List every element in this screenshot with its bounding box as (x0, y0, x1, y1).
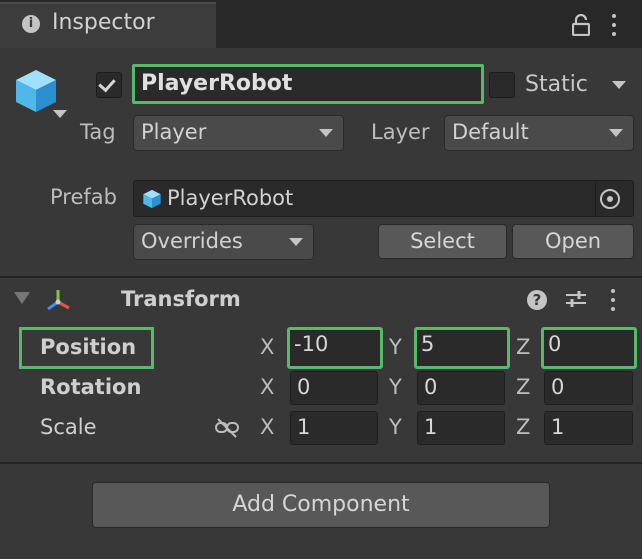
info-icon: i (22, 15, 40, 33)
layer-value: Default (452, 120, 529, 144)
rotation-z-field[interactable]: 0 (544, 371, 633, 405)
static-dropdown-caret[interactable] (612, 81, 626, 89)
icon-dropdown-caret[interactable] (53, 110, 67, 118)
foldout-arrow-icon[interactable] (14, 292, 30, 304)
scale-x-field[interactable]: 1 (290, 411, 378, 445)
axis-y-label[interactable]: Y (389, 415, 402, 439)
scale-y-field[interactable]: 1 (417, 411, 505, 445)
lock-icon[interactable] (572, 14, 590, 36)
position-y-field[interactable]: 5 (414, 327, 510, 369)
tag-dropdown[interactable]: Player (133, 115, 344, 151)
static-label: Static (525, 72, 588, 97)
rotation-label[interactable]: Rotation (40, 375, 141, 399)
field-divider (595, 181, 596, 216)
chevron-down-icon (289, 238, 303, 246)
layer-label: Layer (371, 120, 430, 144)
axis-z-label[interactable]: Z (516, 415, 530, 439)
axis-y-label[interactable]: Y (389, 375, 402, 399)
prefab-label: Prefab (50, 185, 117, 209)
transform-icon (47, 290, 70, 311)
help-icon[interactable]: ? (527, 290, 547, 310)
divider (0, 276, 642, 278)
divider (0, 462, 642, 464)
rotation-x-field[interactable]: 0 (290, 371, 378, 405)
add-component-button[interactable]: Add Component (92, 482, 550, 528)
select-button[interactable]: Select (378, 224, 507, 259)
check-icon (98, 74, 116, 93)
axis-x-label[interactable]: X (260, 375, 274, 399)
scale-label[interactable]: Scale (40, 415, 97, 439)
rotation-y-field[interactable]: 0 (417, 371, 505, 405)
static-toggle[interactable] (489, 72, 515, 98)
tag-label: Tag (80, 120, 116, 144)
position-label[interactable]: Position (40, 335, 136, 359)
object-name-field[interactable]: PlayerRobot (132, 64, 484, 104)
chevron-down-icon (609, 129, 623, 137)
position-z-field[interactable]: 0 (541, 327, 637, 369)
object-picker-icon[interactable] (600, 189, 620, 209)
component-title: Transform (121, 287, 241, 311)
axis-y-label[interactable]: Y (389, 335, 402, 359)
cube-icon[interactable] (14, 68, 58, 114)
axis-z-label[interactable]: Z (516, 375, 530, 399)
tag-value: Player (141, 120, 207, 144)
unlinked-chain-icon[interactable] (214, 417, 240, 439)
kebab-menu-icon[interactable] (611, 14, 617, 36)
layer-dropdown[interactable]: Default (444, 115, 634, 151)
open-button[interactable]: Open (512, 224, 634, 259)
prefab-cube-icon (143, 189, 161, 209)
presets-icon[interactable] (565, 289, 587, 309)
axis-x-label[interactable]: X (260, 335, 274, 359)
chevron-down-icon (319, 129, 333, 137)
tab-title: Inspector (52, 10, 155, 35)
scale-z-field[interactable]: 1 (544, 411, 633, 445)
overrides-label: Overrides (141, 229, 243, 253)
prefab-value: PlayerRobot (167, 186, 294, 210)
axis-x-label[interactable]: X (260, 415, 274, 439)
active-toggle[interactable] (96, 72, 122, 98)
axis-z-label[interactable]: Z (516, 335, 530, 359)
kebab-menu-icon[interactable] (610, 289, 616, 311)
prefab-field[interactable]: PlayerRobot (133, 180, 634, 217)
position-x-field[interactable]: -10 (287, 327, 383, 369)
overrides-dropdown[interactable]: Overrides (133, 224, 314, 260)
